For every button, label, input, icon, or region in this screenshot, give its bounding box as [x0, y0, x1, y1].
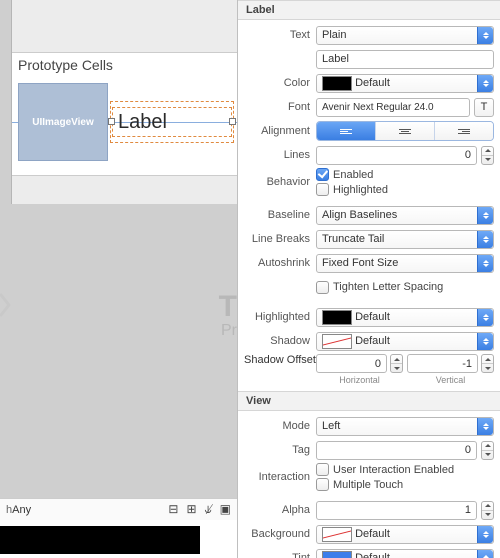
background-watermark: T Pr [219, 292, 237, 340]
canvas-bottom-bar: hAny ⊟ ⊞ ⫝̸ ▣ [0, 498, 237, 520]
shadow-color-popup[interactable]: Default [316, 332, 494, 351]
label-section-header: Label [238, 0, 500, 20]
linebreaks-row-label: Line Breaks [244, 233, 316, 245]
multiple-touch-checkbox[interactable]: Multiple Touch [316, 478, 403, 491]
content-mode-popup[interactable]: Left [316, 417, 494, 436]
font-display-field[interactable]: Avenir Next Regular 24.0 [316, 98, 470, 117]
ib-canvas-pane: Prototype Cells UIImageView Label T Pr h… [0, 0, 237, 558]
text-color-popup[interactable]: Default [316, 74, 494, 93]
baseline-popup[interactable]: Align Baselines [316, 206, 494, 225]
text-value-field[interactable]: Label [316, 50, 494, 69]
pin-tool-icon[interactable]: ⊞ [186, 502, 196, 517]
attributes-inspector: + Label Text Plain Label Color Default F… [237, 0, 500, 558]
shadowoffset-h-caption: Horizontal [339, 375, 380, 385]
font-row-label: Font [244, 101, 316, 113]
tint-color-popup[interactable]: Default [316, 549, 494, 558]
shadow-row-label: Shadow [244, 335, 316, 347]
shadowoffset-h-field[interactable]: 0 [316, 354, 387, 373]
prototype-cells-title: Prototype Cells [12, 53, 237, 79]
background-color-popup[interactable]: Default [316, 525, 494, 544]
tableview-canvas[interactable]: Prototype Cells UIImageView Label [11, 0, 237, 204]
tag-stepper[interactable] [481, 441, 494, 460]
prototype-cell[interactable]: UIImageView Label [12, 79, 237, 169]
shadowoffset-v-field[interactable]: -1 [407, 354, 478, 373]
color-swatch-icon [322, 310, 352, 325]
lines-stepper[interactable] [481, 146, 494, 165]
color-swatch-icon [322, 76, 352, 91]
shadowoffset-row-label: Shadow Offset [244, 354, 316, 366]
behavior-enabled-checkbox[interactable]: Enabled [316, 168, 373, 181]
alpha-stepper[interactable] [481, 501, 494, 520]
color-row-label: Color [244, 77, 316, 89]
resizing-tool-icon[interactable]: ▣ [220, 502, 231, 517]
align-tool-icon[interactable]: ⊟ [168, 502, 178, 517]
lines-field[interactable]: 0 [316, 146, 477, 165]
uiimageview-placeholder[interactable]: UIImageView [18, 83, 108, 161]
size-class-indicator[interactable]: hAny [6, 504, 31, 516]
tag-field[interactable]: 0 [316, 441, 477, 460]
mode-row-label: Mode [244, 420, 316, 432]
no-color-swatch-icon [322, 334, 352, 349]
alignment-row-label: Alignment [244, 125, 316, 137]
highlighted-row-label: Highlighted [244, 311, 316, 323]
alpha-field[interactable]: 1 [316, 501, 477, 520]
autoshrink-row-label: Autoshrink [244, 257, 316, 269]
shadowoffset-h-stepper[interactable] [390, 354, 403, 373]
baseline-row-label: Baseline [244, 209, 316, 221]
user-interaction-checkbox[interactable]: User Interaction Enabled [316, 463, 454, 476]
font-picker-button[interactable]: T [474, 98, 494, 117]
resize-handle-right[interactable] [229, 118, 236, 125]
selected-uilabel[interactable]: Label [112, 107, 232, 137]
lines-row-label: Lines [244, 149, 316, 161]
align-center-segment[interactable] [375, 122, 434, 140]
behavior-row-label: Behavior [244, 176, 316, 188]
tighten-spacing-checkbox[interactable]: Tighten Letter Spacing [316, 281, 443, 294]
alignment-segmented[interactable] [316, 121, 494, 141]
debug-bar [0, 520, 237, 558]
tint-row-label: Tint [244, 552, 316, 558]
prototype-cells-section: Prototype Cells UIImageView Label [12, 52, 237, 176]
background-row-label: Background [244, 528, 316, 540]
resize-handle-left[interactable] [108, 118, 115, 125]
color-swatch-icon [322, 551, 352, 558]
shadowoffset-v-stepper[interactable] [481, 354, 494, 373]
uilabel-text: Label [118, 111, 167, 134]
text-type-popup[interactable]: Plain [316, 26, 494, 45]
interaction-row-label: Interaction [244, 471, 316, 483]
resolve-issues-icon[interactable]: ⫝̸ [205, 502, 212, 517]
align-right-segment[interactable] [434, 122, 493, 140]
linebreaks-popup[interactable]: Truncate Tail [316, 230, 494, 249]
outline-toggle-arrow[interactable] [0, 292, 12, 318]
tag-row-label: Tag [244, 444, 316, 456]
no-color-swatch-icon [322, 527, 352, 542]
text-row-label: Text [244, 29, 316, 41]
view-section-header: View [238, 391, 500, 411]
autoshrink-popup[interactable]: Fixed Font Size [316, 254, 494, 273]
behavior-highlighted-checkbox[interactable]: Highlighted [316, 183, 388, 196]
highlighted-color-popup[interactable]: Default [316, 308, 494, 327]
alpha-row-label: Alpha [244, 504, 316, 516]
shadowoffset-v-caption: Vertical [436, 375, 466, 385]
align-left-segment[interactable] [317, 122, 375, 140]
